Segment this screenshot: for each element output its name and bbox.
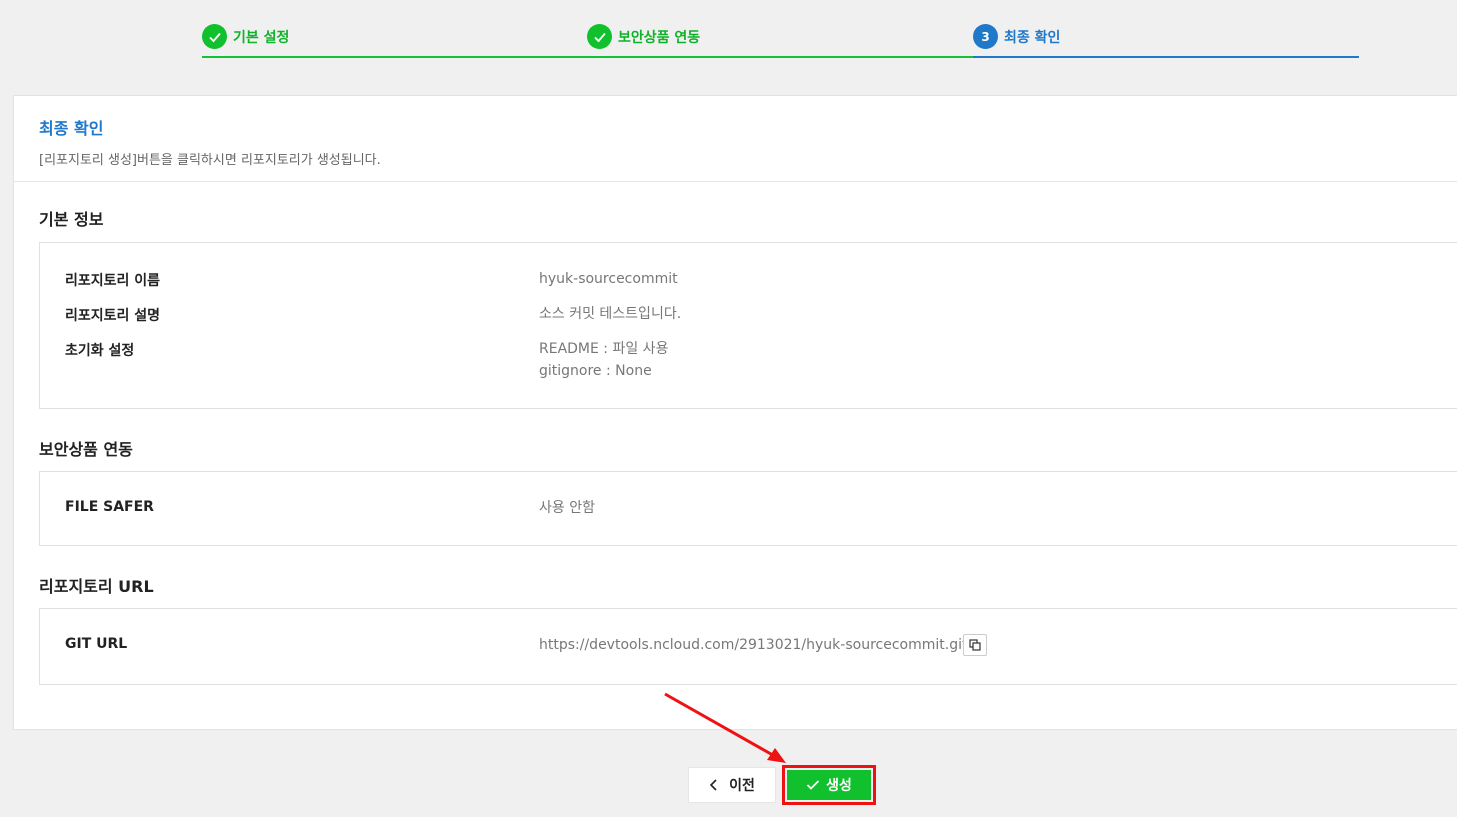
page-title: 최종 확인: [39, 119, 104, 138]
step-progress-line: [973, 56, 1359, 58]
step-progress-line: [202, 56, 587, 58]
create-button[interactable]: 생성: [787, 770, 871, 800]
row-label: GIT URL: [65, 636, 128, 652]
row-label: 리포지토리 이름: [65, 273, 161, 289]
step-final-confirm[interactable]: 3 최종 확인: [973, 0, 1359, 59]
step-progress-line: [587, 56, 973, 58]
row-value-gitignore: gitignore : None: [539, 363, 652, 379]
check-icon: [202, 24, 227, 49]
step-label: 기본 설정: [233, 29, 290, 46]
prev-button[interactable]: 이전: [688, 767, 776, 803]
final-confirm-card: 최종 확인 [리포지토리 생성]버튼을 클릭하시면 리포지토리가 생성됩니다. …: [13, 95, 1457, 730]
create-button-highlight: 생성: [782, 765, 876, 805]
create-button-label: 생성: [826, 778, 852, 794]
row-value: hyuk-sourcecommit: [539, 271, 678, 287]
row-value: 소스 커밋 테스트입니다.: [539, 306, 682, 322]
section-title-security: 보안상품 연동: [39, 440, 133, 459]
prev-button-label: 이전: [729, 778, 755, 794]
check-icon: [587, 24, 612, 49]
step-security-integration[interactable]: 보안상품 연동: [587, 0, 973, 59]
security-info-box: FILE SAFER 사용 안함: [39, 471, 1457, 546]
step-number-badge: 3: [973, 24, 998, 49]
wizard-stepper: 기본 설정 보안상품 연동 3 최종 확인: [202, 0, 1359, 60]
repo-url-box: GIT URL https://devtools.ncloud.com/2913…: [39, 608, 1457, 685]
step-basic-settings[interactable]: 기본 설정: [202, 0, 587, 59]
row-label: FILE SAFER: [65, 499, 154, 515]
chevron-left-icon: [709, 779, 719, 791]
row-value-readme: README : 파일 사용: [539, 341, 669, 357]
check-icon: [806, 779, 820, 791]
step-label: 보안상품 연동: [618, 29, 701, 46]
section-title-repo-url: 리포지토리 URL: [39, 577, 154, 596]
git-url-value: https://devtools.ncloud.com/2913021/hyuk…: [539, 637, 968, 653]
row-label: 리포지토리 설명: [65, 308, 161, 324]
copy-icon[interactable]: [963, 634, 987, 656]
row-value: 사용 안함: [539, 500, 595, 516]
page-description: [리포지토리 생성]버튼을 클릭하시면 리포지토리가 생성됩니다.: [39, 153, 381, 168]
step-label: 최종 확인: [1004, 29, 1061, 46]
card-header: 최종 확인 [리포지토리 생성]버튼을 클릭하시면 리포지토리가 생성됩니다.: [14, 96, 1457, 182]
section-title-basic-info: 기본 정보: [39, 210, 104, 229]
basic-info-box: 리포지토리 이름 hyuk-sourcecommit 리포지토리 설명 소스 커…: [39, 242, 1457, 409]
row-label: 초기화 설정: [65, 343, 135, 359]
